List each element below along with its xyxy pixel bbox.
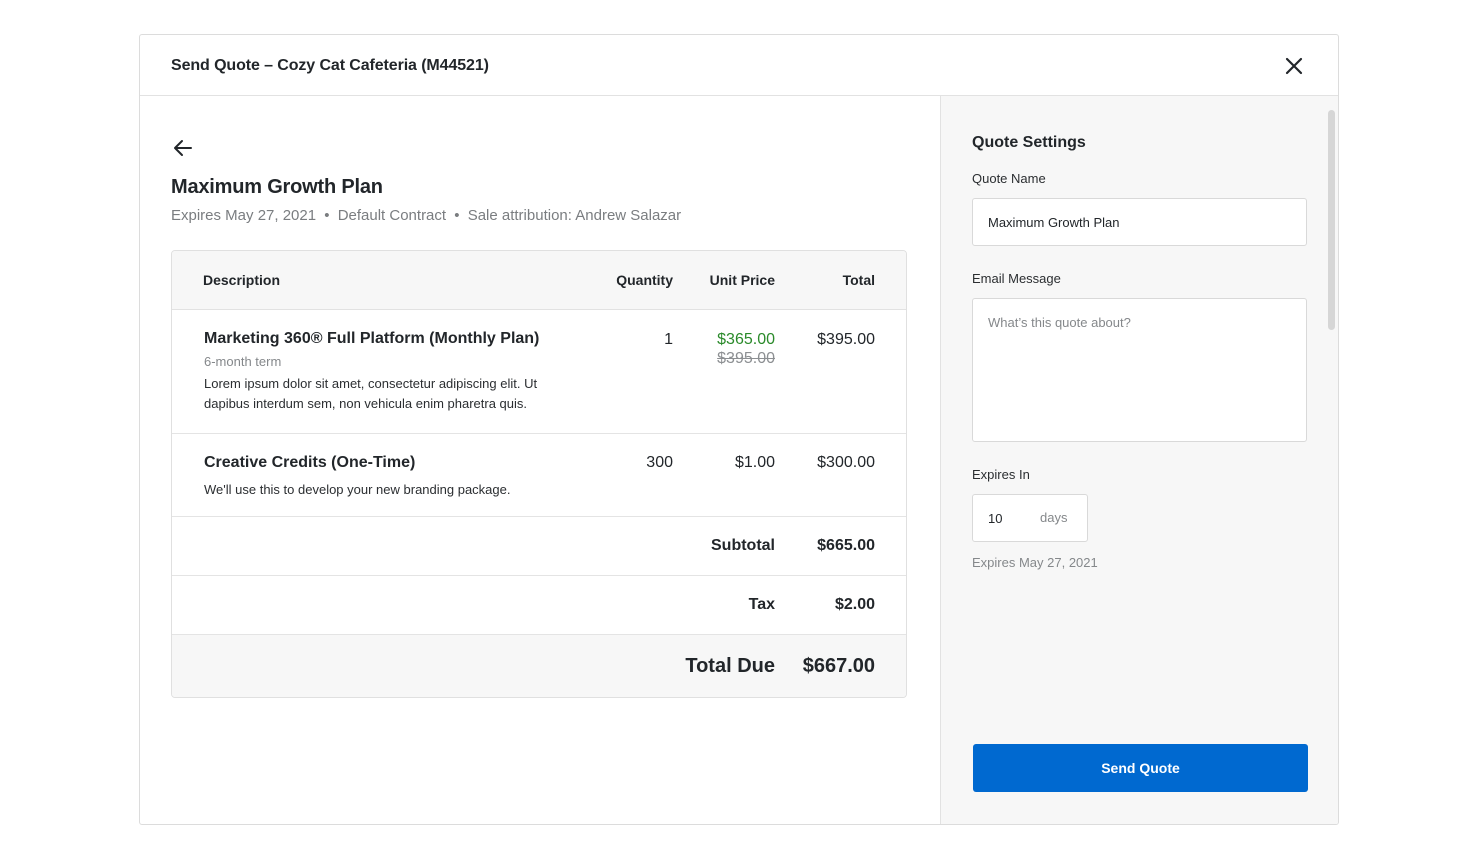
meta-attribution: Sale attribution: Andrew Salazar	[467, 207, 682, 224]
send-quote-button[interactable]: Send Quote	[973, 744, 1308, 792]
expires-date-note: Expires May 27, 2021	[972, 555, 1098, 570]
expires-in-input[interactable]	[973, 495, 1033, 541]
tax-value: $2.00	[834, 596, 875, 613]
back-button[interactable]	[171, 136, 195, 160]
close-button[interactable]	[1282, 54, 1306, 78]
item-total: $395.00	[817, 331, 875, 348]
table-row: Creative Credits (One-Time) We'll use th…	[172, 434, 906, 517]
item-term: 6-month term	[204, 354, 282, 369]
settings-title: Quote Settings	[972, 134, 1086, 151]
header-quantity: Quantity	[616, 272, 673, 288]
quote-preview-panel: Maximum Growth Plan Expires May 27, 2021…	[140, 96, 940, 824]
item-quantity: 1	[664, 331, 673, 348]
tax-label: Tax	[748, 596, 775, 613]
subtotal-label: Subtotal	[711, 537, 775, 554]
quote-name-label: Quote Name	[972, 171, 1046, 186]
arrow-left-icon	[174, 140, 192, 156]
meta-separator: •	[324, 207, 330, 224]
item-total: $300.00	[817, 454, 875, 471]
send-quote-modal: Send Quote – Cozy Cat Cafeteria (M44521)…	[139, 34, 1339, 825]
expires-in-field: days	[972, 494, 1088, 542]
quote-name-input[interactable]	[972, 198, 1307, 246]
plan-title: Maximum Growth Plan	[171, 176, 383, 198]
modal-header: Send Quote – Cozy Cat Cafeteria (M44521)	[140, 35, 1338, 96]
header-total: Total	[842, 272, 875, 288]
quote-settings-panel: Quote Settings Quote Name Email Message …	[940, 96, 1338, 824]
header-unit-price: Unit Price	[709, 272, 775, 288]
expires-in-label: Expires In	[972, 467, 1030, 482]
item-name: Creative Credits (One-Time)	[204, 454, 416, 471]
item-original-price: $395.00	[717, 350, 775, 367]
total-due-row: Total Due $667.00	[172, 635, 906, 697]
email-message-textarea[interactable]	[972, 298, 1307, 442]
item-description: We'll use this to develop your new brand…	[204, 482, 511, 497]
days-unit-label: days	[1040, 510, 1068, 525]
item-unit-price: $1.00	[734, 454, 775, 471]
subtotal-value: $665.00	[817, 537, 875, 554]
item-description: Lorem ipsum dolor sit amet, consectetur …	[204, 376, 538, 411]
settings-scrollbar[interactable]	[1328, 110, 1335, 330]
item-unit-price: $365.00	[717, 331, 775, 348]
item-name: Marketing 360® Full Platform (Monthly Pl…	[204, 330, 540, 347]
meta-contract: Default Contract	[337, 207, 447, 224]
subtotal-row: Subtotal $665.00	[172, 517, 906, 576]
quote-line-items-table: Description Quantity Unit Price Total Ma…	[171, 250, 907, 698]
header-description: Description	[203, 272, 281, 288]
close-icon	[1285, 57, 1303, 75]
quote-meta: Expires May 27, 2021 • Default Contract …	[171, 207, 681, 224]
tax-row: Tax $2.00	[172, 576, 906, 635]
total-due-label: Total Due	[685, 655, 775, 677]
table-header: Description Quantity Unit Price Total	[172, 251, 906, 310]
meta-separator: •	[454, 207, 460, 224]
meta-expires: Expires May 27, 2021	[171, 207, 317, 224]
item-quantity: 300	[646, 454, 673, 471]
modal-title: Send Quote – Cozy Cat Cafeteria (M44521)	[171, 57, 489, 74]
table-row: Marketing 360® Full Platform (Monthly Pl…	[172, 310, 906, 434]
email-message-label: Email Message	[972, 271, 1061, 286]
total-due-value: $667.00	[802, 655, 875, 677]
